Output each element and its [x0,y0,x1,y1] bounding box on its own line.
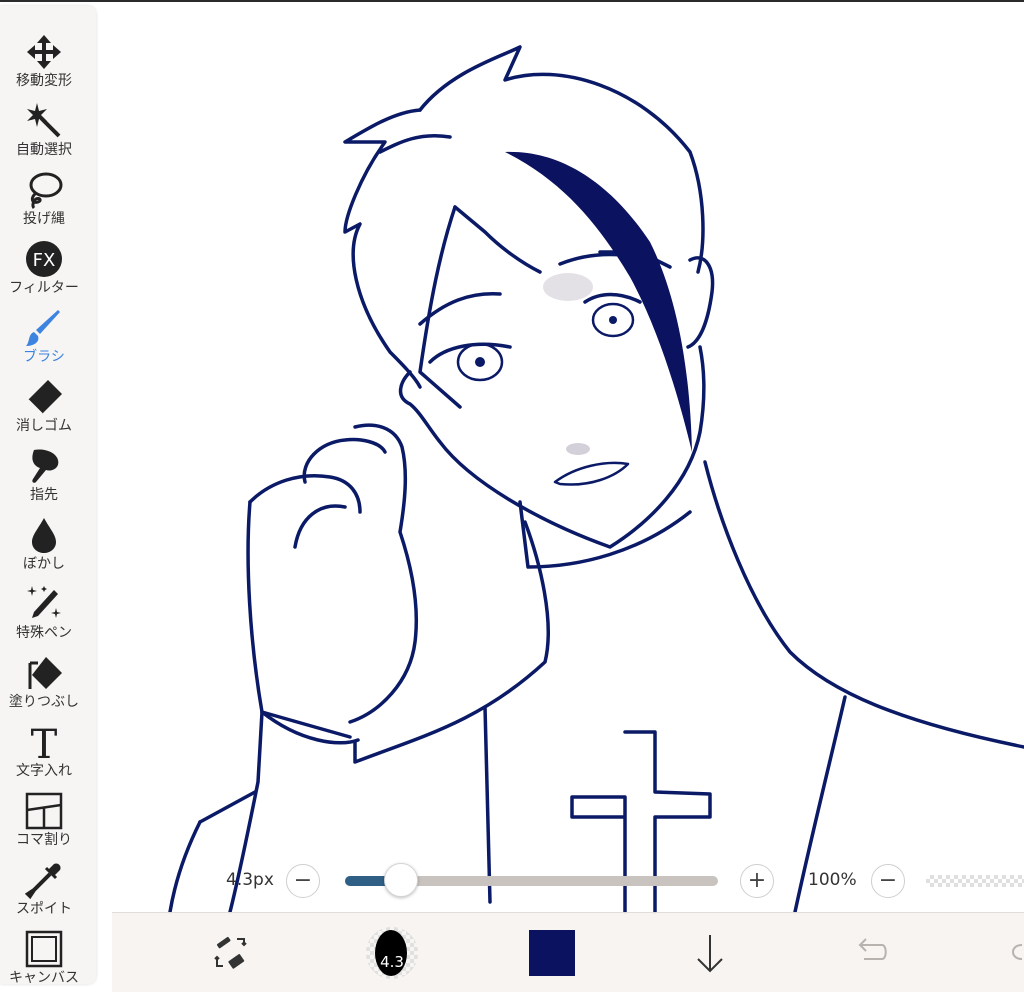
tool-special-pen[interactable]: 特殊ペン [0,573,88,642]
opacity-value: 100% [808,870,857,890]
tool-fill[interactable]: 塗りつぶし [0,642,88,711]
tool-label: 特殊ペン [16,625,72,641]
canvas-icon [22,929,66,969]
pen-eraser-swap-icon [214,936,247,969]
color-button[interactable] [524,913,580,992]
brush-preview-button[interactable]: 4.3 [364,913,420,992]
lasso-icon [22,170,66,210]
brush-size-slider-thumb[interactable] [383,863,418,897]
panel-icon [22,791,66,831]
svg-text:T: T [31,722,58,762]
brush-size-value: 4.3px [226,870,274,890]
tool-label: 移動変形 [16,73,72,89]
tool-label: ぼかし [23,556,65,572]
tool-label: 消しゴム [16,418,72,434]
blush-mark [543,273,593,301]
special-pen-icon [22,584,66,624]
tool-label: ブラシ [23,349,65,365]
tool-move[interactable]: 移動変形 [0,21,88,90]
tool-label: コマ割り [16,832,72,848]
brush-icon [22,308,66,348]
nose-shadow [566,443,590,455]
svg-text:FX: FX [33,250,56,271]
fill-icon [22,653,66,693]
pen-eraser-swap-button[interactable] [204,913,258,992]
tool-panel[interactable]: コマ割り [0,780,88,849]
tool-text[interactable]: T 文字入れ [0,711,88,780]
arrow-down-icon [697,934,723,972]
brush-size-minus-button[interactable]: − [286,864,320,898]
brush-size-plus-button[interactable]: + [740,864,774,898]
line-art [168,45,1024,914]
tool-label: 投げ縄 [23,211,65,227]
fx-icon: FX [22,239,66,279]
brush-preview: 4.3 [366,926,418,979]
tool-label: フィルター [9,280,79,296]
opacity-slider[interactable] [926,875,1024,887]
tool-lasso[interactable]: 投げ縄 [0,159,88,228]
tool-fx[interactable]: FX フィルター [0,228,88,297]
tool-label: 塗りつぶし [8,694,80,710]
tool-eraser[interactable]: 消しゴム [0,366,88,435]
brush-slider-row: 4.3px − + 100% − [0,858,1024,904]
left-toolbar: 移動変形 自動選択 投げ縄 FX フィルター ブラシ 消しゴム 指先 ぼかし 特殊ペン 塗りつぶし T… [0,6,96,987]
tool-label: 文字入れ [16,763,72,779]
tool-label: 指先 [30,487,58,503]
layer-down-button[interactable] [682,913,738,992]
tool-magic-wand[interactable]: 自動選択 [0,90,88,159]
tool-label: 自動選択 [16,142,72,158]
undo-icon [858,937,887,960]
magic-wand-icon [22,101,66,141]
eraser-icon [22,377,66,417]
brush-preview-size: 4.3 [380,952,404,971]
finger-icon [22,446,66,486]
drawing-canvas[interactable] [0,2,1024,991]
move-icon [22,32,66,72]
redo-icon [1012,943,1023,960]
tool-finger[interactable]: 指先 [0,435,88,504]
tool-label: キャンバス [9,970,79,986]
tool-brush[interactable]: ブラシ [0,297,88,366]
text-icon: T [22,722,66,762]
blur-drop-icon [22,515,66,555]
current-color-swatch [529,929,575,976]
tool-blur-drop[interactable]: ぼかし [0,504,88,573]
bottom-toolbar: 4.3 [112,912,1024,992]
undo-button[interactable] [842,913,898,992]
tool-canvas[interactable]: キャンバス [0,918,88,987]
redo-button[interactable] [1002,913,1024,992]
opacity-minus-button[interactable]: − [871,864,905,898]
hair-strand [505,151,692,452]
